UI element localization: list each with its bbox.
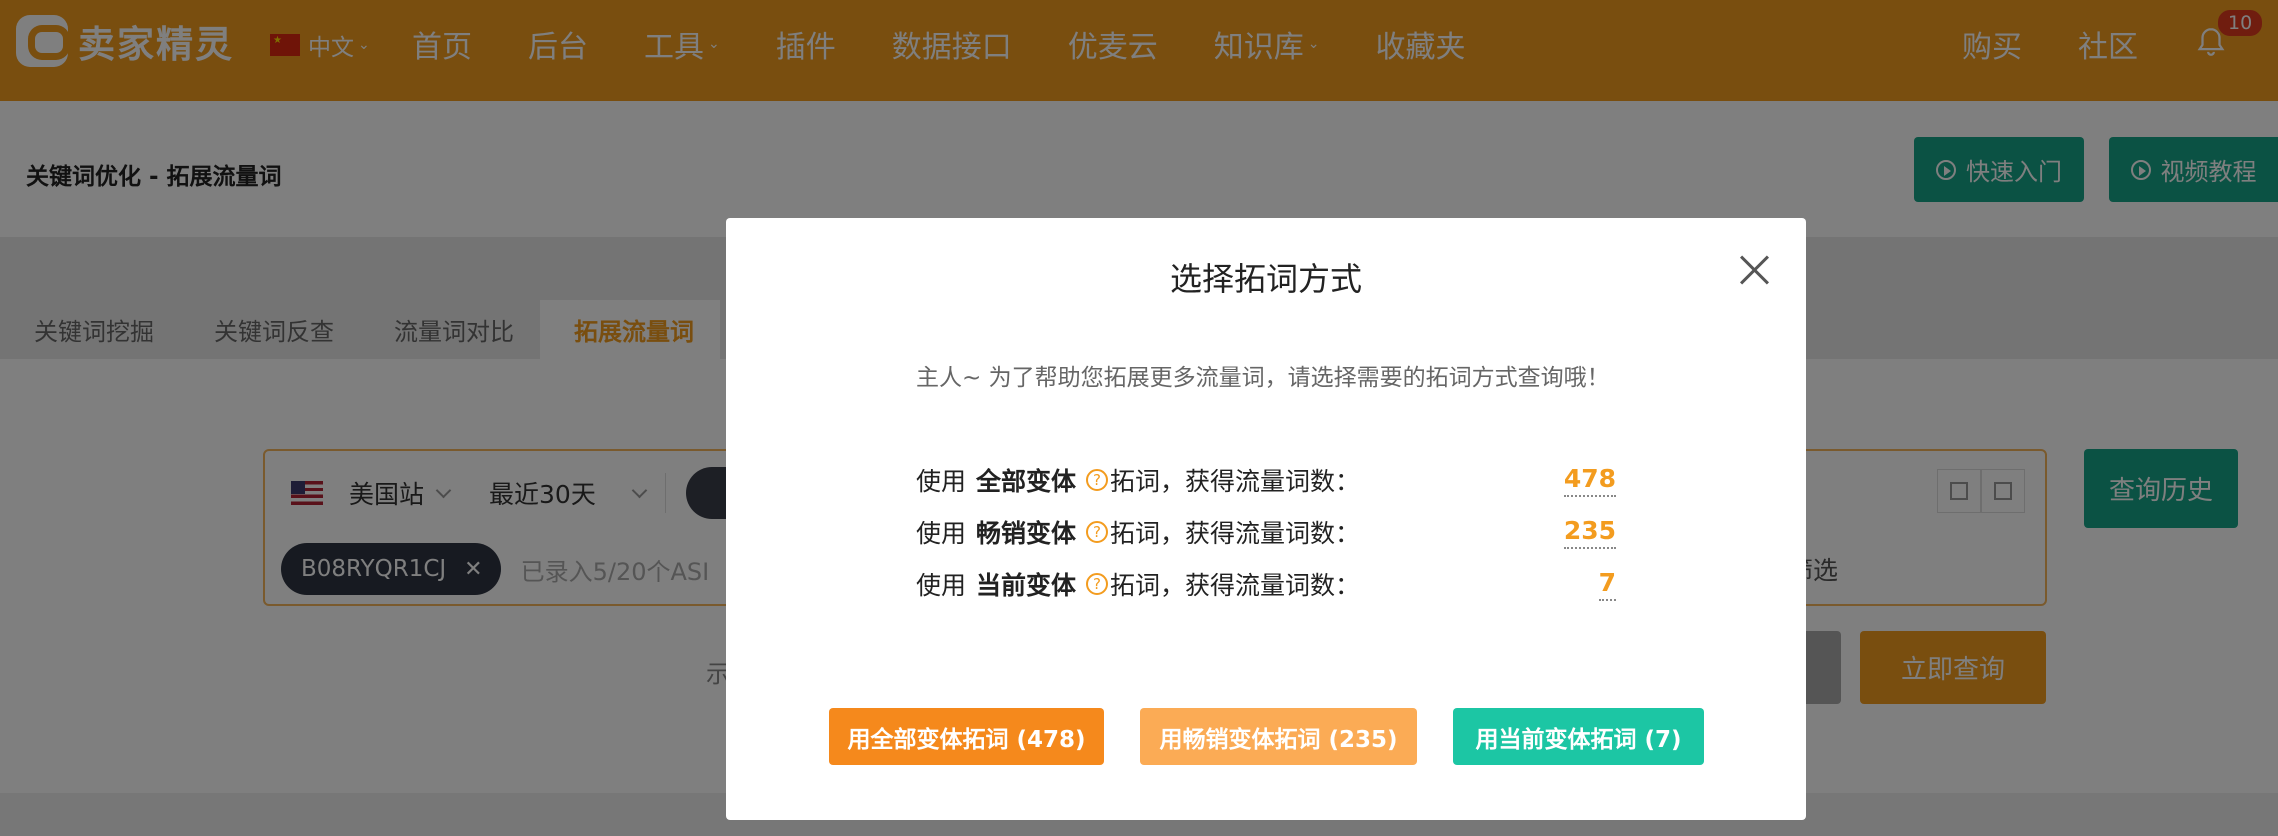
expand-all-variants-button[interactable]: 用全部变体拓词 (478) (829, 708, 1104, 765)
expand-bestseller-variants-button[interactable]: 用畅销变体拓词 (235) (1140, 708, 1417, 765)
option-prefix: 使用 (916, 571, 967, 600)
close-icon[interactable] (1738, 254, 1770, 286)
option-current-variant: 使用 当前变体 ? 拓词，获得流量词数： 7 (916, 564, 1616, 604)
expand-method-dialog: 选择拓词方式 主人~ 为了帮助您拓展更多流量词，请选择需要的拓词方式查询哦！ 使… (726, 218, 1806, 820)
help-icon[interactable]: ? (1086, 469, 1109, 491)
dialog-title: 选择拓词方式 (1169, 260, 1362, 298)
option-all-variants: 使用 全部变体 ? 拓词，获得流量词数： 478 (916, 460, 1616, 500)
option-prefix: 使用 (916, 519, 967, 548)
help-icon[interactable]: ? (1086, 521, 1109, 543)
dialog-description: 主人~ 为了帮助您拓展更多流量词，请选择需要的拓词方式查询哦！ (916, 365, 1610, 391)
option-prefix: 使用 (916, 467, 967, 496)
expand-current-variant-button[interactable]: 用当前变体拓词 (7) (1453, 708, 1704, 765)
option-suffix: 拓词，获得流量词数： (1110, 571, 1361, 600)
option-bestseller-variants: 使用 畅销变体 ? 拓词，获得流量词数： 235 (916, 512, 1616, 552)
option-suffix: 拓词，获得流量词数： (1110, 467, 1361, 496)
option-count: 235 (1563, 516, 1616, 549)
option-variant: 全部变体 (976, 467, 1077, 496)
option-variant: 当前变体 (976, 571, 1077, 600)
option-count: 7 (1598, 568, 1616, 601)
option-suffix: 拓词，获得流量词数： (1110, 519, 1361, 548)
help-icon[interactable]: ? (1086, 573, 1109, 595)
option-variant: 畅销变体 (976, 519, 1077, 548)
option-count: 478 (1563, 464, 1616, 497)
